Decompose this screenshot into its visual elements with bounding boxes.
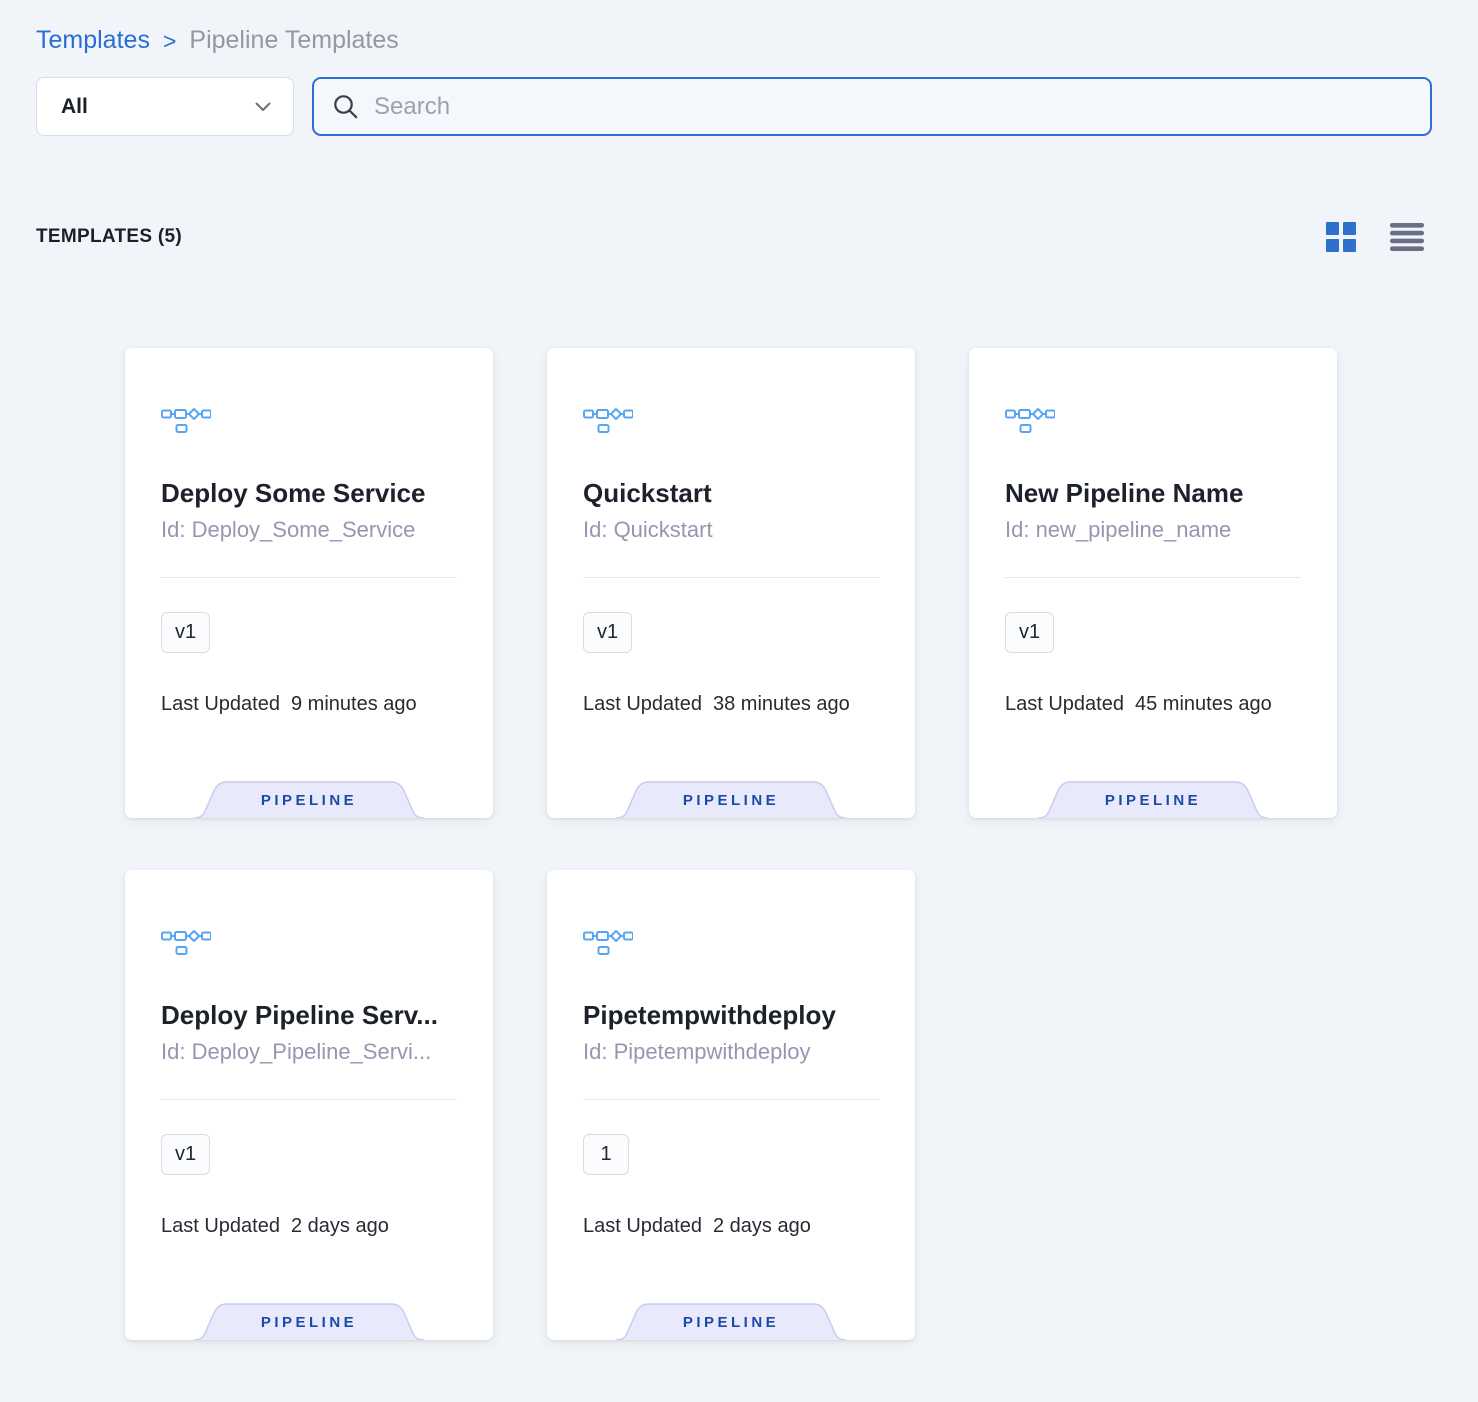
card-divider [161,1099,457,1100]
pipeline-icon [1005,404,1301,434]
template-card[interactable]: Quickstart Id: Quickstart v1 Last Update… [547,348,915,818]
last-updated-value: 2 days ago [291,1215,389,1238]
scope-filter-select[interactable]: All [36,77,294,136]
breadcrumb: Templates > Pipeline Templates [0,0,1478,55]
version-row: v1 [161,1134,457,1175]
list-view-icon [1390,223,1424,251]
template-type-label: PIPELINE [194,1314,424,1331]
template-type-ribbon: PIPELINE [194,781,424,818]
last-updated: Last Updated 45 minutes ago [1005,693,1301,716]
card-divider [583,577,879,578]
pipeline-icon [583,404,879,434]
last-updated: Last Updated 2 days ago [161,1215,457,1238]
template-type-label: PIPELINE [1038,792,1268,809]
template-type-label: PIPELINE [616,792,846,809]
card-divider [161,577,457,578]
last-updated-value: 45 minutes ago [1135,693,1272,716]
template-id: Id: Pipetempwithdeploy [583,1039,879,1065]
last-updated: Last Updated 38 minutes ago [583,693,879,716]
last-updated: Last Updated 9 minutes ago [161,693,457,716]
version-badge: v1 [161,1134,210,1175]
pipeline-templates-page: Templates > Pipeline Templates All TEMPL… [0,0,1478,1340]
version-row: v1 [583,612,879,653]
template-type-ribbon: PIPELINE [616,781,846,818]
template-type-ribbon: PIPELINE [616,1303,846,1340]
template-title: New Pipeline Name [1005,478,1301,508]
template-card[interactable]: New Pipeline Name Id: new_pipeline_name … [969,348,1337,818]
template-title: Quickstart [583,478,879,508]
template-type-label: PIPELINE [616,1314,846,1331]
grid-view-icon [1326,222,1356,252]
template-card[interactable]: Deploy Some Service Id: Deploy_Some_Serv… [125,348,493,818]
search-icon [332,93,359,120]
version-row: v1 [161,612,457,653]
version-badge: v1 [583,612,632,653]
template-type-ribbon: PIPELINE [194,1303,424,1340]
version-row: 1 [583,1134,879,1175]
version-badge: v1 [1005,612,1054,653]
template-type-ribbon: PIPELINE [1038,781,1268,818]
breadcrumb-templates-link[interactable]: Templates [36,26,150,55]
template-card[interactable]: Deploy Pipeline Serv... Id: Deploy_Pipel… [125,870,493,1340]
version-badge: 1 [583,1134,629,1175]
last-updated: Last Updated 2 days ago [583,1215,879,1238]
pipeline-icon [161,926,457,956]
template-title: Pipetempwithdeploy [583,1000,879,1030]
last-updated-label: Last Updated [583,693,702,716]
card-divider [1005,577,1301,578]
last-updated-value: 9 minutes ago [291,693,417,716]
templates-count-heading: TEMPLATES (5) [36,226,182,248]
last-updated-value: 2 days ago [713,1215,811,1238]
templates-section-header: TEMPLATES (5) [36,222,1424,252]
template-title: Deploy Some Service [161,478,457,508]
card-divider [583,1099,879,1100]
pipeline-icon [161,404,457,434]
view-toggles [1326,222,1424,252]
chevron-right-icon: > [163,26,176,55]
grid-view-button[interactable] [1326,222,1356,252]
search-box[interactable] [312,77,1432,136]
last-updated-label: Last Updated [161,1215,280,1238]
template-grid: Deploy Some Service Id: Deploy_Some_Serv… [125,348,1478,1340]
version-badge: v1 [161,612,210,653]
list-view-button[interactable] [1390,223,1424,251]
last-updated-label: Last Updated [583,1215,702,1238]
chevron-down-icon [255,102,271,112]
template-title: Deploy Pipeline Serv... [161,1000,457,1030]
pipeline-icon [583,926,879,956]
last-updated-value: 38 minutes ago [713,693,850,716]
version-row: v1 [1005,612,1301,653]
breadcrumb-current-page: Pipeline Templates [189,26,398,55]
filter-bar: All [36,77,1432,136]
template-id: Id: Deploy_Some_Service [161,517,457,543]
template-id: Id: Quickstart [583,517,879,543]
last-updated-label: Last Updated [161,693,280,716]
search-input[interactable] [374,93,1412,121]
template-type-label: PIPELINE [194,792,424,809]
template-card[interactable]: Pipetempwithdeploy Id: Pipetempwithdeplo… [547,870,915,1340]
template-id: Id: Deploy_Pipeline_Servi... [161,1039,457,1065]
template-id: Id: new_pipeline_name [1005,517,1301,543]
last-updated-label: Last Updated [1005,693,1124,716]
scope-filter-value: All [61,95,88,119]
